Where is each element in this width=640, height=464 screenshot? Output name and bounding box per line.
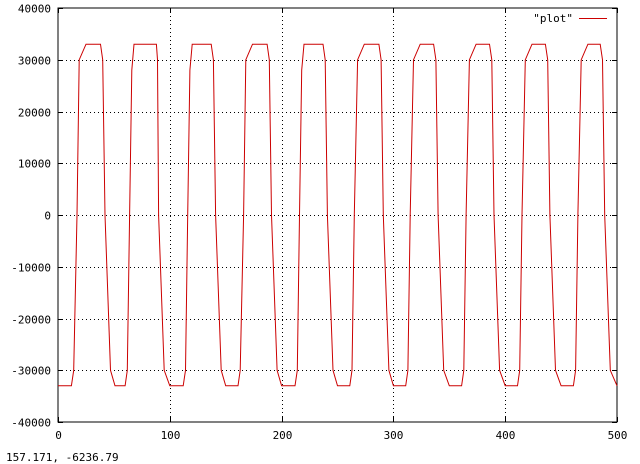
x-tick-label: 400 — [496, 429, 516, 442]
x-tick-label: 300 — [384, 429, 404, 442]
cursor-coordinates: 157.171, -6236.79 — [6, 451, 119, 464]
y-tick-label: -10000 — [11, 262, 51, 275]
x-tick-label: 200 — [273, 429, 293, 442]
y-tick-label: 30000 — [18, 55, 51, 68]
y-tick-label: -30000 — [11, 365, 51, 378]
x-tick-label: 100 — [161, 429, 181, 442]
y-tick-label: 20000 — [18, 107, 51, 120]
chart-background — [0, 0, 640, 463]
y-tick-label: 0 — [44, 210, 51, 223]
chart: -40000 -30000 -20000 -10000 0 10000 20000 30000… — [0, 0, 640, 463]
x-tick-label: 0 — [55, 429, 62, 442]
y-tick-label: -20000 — [11, 314, 51, 327]
y-tick-label: 10000 — [18, 158, 51, 171]
y-tick-label: 40000 — [18, 3, 51, 16]
legend-label: "plot" — [533, 12, 573, 25]
x-tick-label: 500 — [608, 429, 628, 442]
y-tick-label: -40000 — [11, 417, 51, 430]
